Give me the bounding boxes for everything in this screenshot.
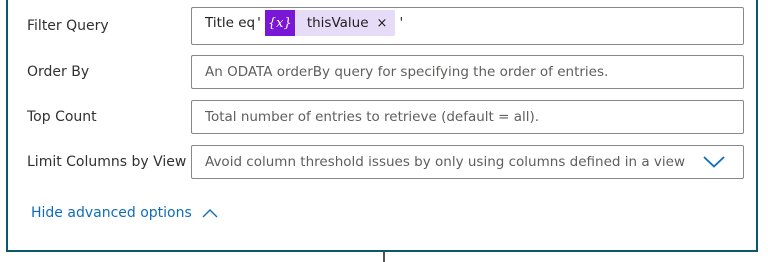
open-quote: ' [257, 15, 261, 31]
filter-query-input[interactable]: Title eq ' {x} thisValue × ' [191, 7, 744, 45]
filter-query-text: Title eq [205, 15, 256, 31]
advanced-parameters-card: Filter Query Title eq ' {x} thisValue × … [6, 0, 758, 252]
top-count-row: Top Count Total number of entries to ret… [8, 100, 760, 134]
hide-advanced-options-label: Hide advanced options [31, 205, 192, 221]
close-icon[interactable]: × [375, 10, 396, 36]
order-by-placeholder: An ODATA orderBy query for specifying th… [205, 64, 609, 80]
limit-columns-row: Limit Columns by View Avoid column thres… [8, 145, 760, 179]
chevron-up-icon [202, 207, 218, 219]
dynamic-content-token[interactable]: {x} thisValue × [264, 10, 396, 36]
limit-columns-label: Limit Columns by View [27, 154, 187, 170]
close-quote: ' [399, 15, 404, 31]
token-label: thisValue [306, 15, 369, 31]
order-by-input[interactable]: An ODATA orderBy query for specifying th… [191, 55, 744, 89]
limit-columns-dropdown[interactable]: Avoid column threshold issues by only us… [191, 145, 744, 179]
order-by-row: Order By An ODATA orderBy query for spec… [8, 55, 760, 89]
flow-connector [383, 252, 385, 262]
top-count-input[interactable]: Total number of entries to retrieve (def… [191, 100, 744, 134]
filter-query-label: Filter Query [27, 18, 109, 34]
expression-variable-icon: {x} [264, 10, 295, 36]
order-by-label: Order By [27, 64, 90, 80]
limit-columns-placeholder: Avoid column threshold issues by only us… [205, 154, 685, 170]
chevron-down-icon[interactable] [703, 155, 725, 169]
hide-advanced-options-link[interactable]: Hide advanced options [31, 203, 218, 223]
top-count-label: Top Count [27, 109, 97, 125]
filter-query-row: Filter Query Title eq ' {x} thisValue × … [8, 7, 760, 45]
top-count-placeholder: Total number of entries to retrieve (def… [205, 109, 540, 125]
